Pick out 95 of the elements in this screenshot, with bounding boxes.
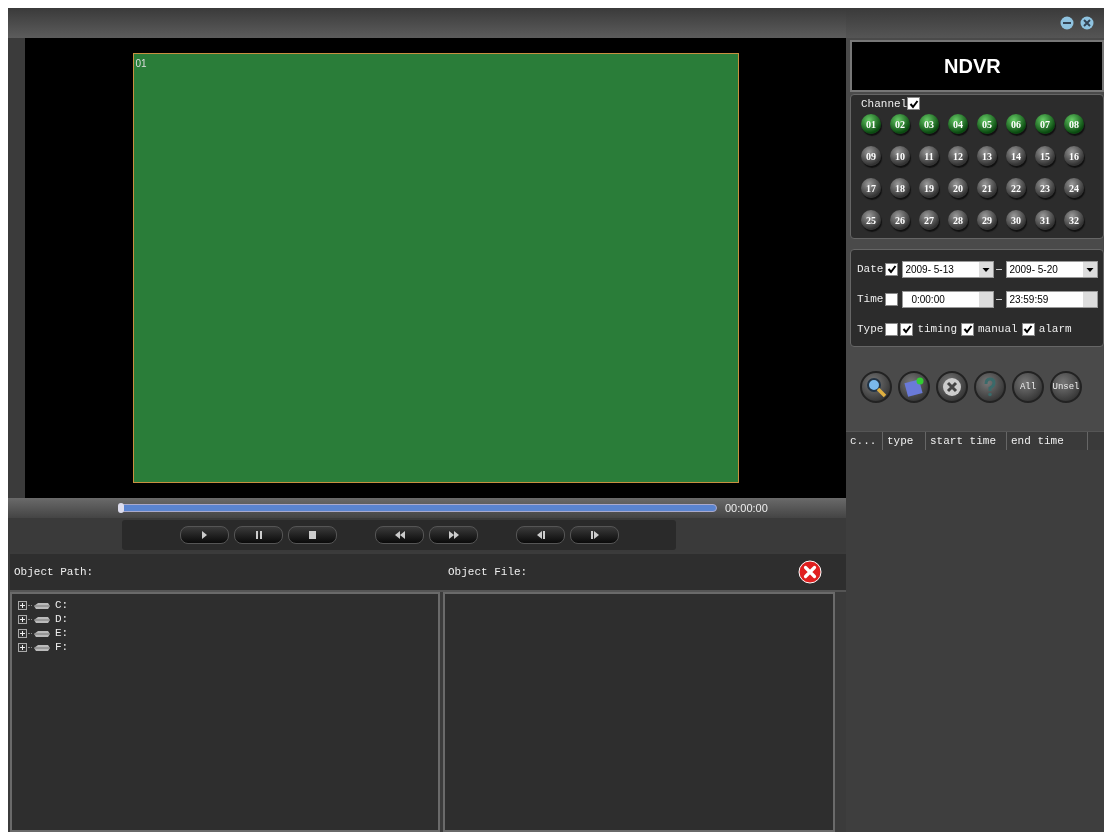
- channel-button[interactable]: 04: [948, 114, 968, 134]
- drive-icon: [33, 628, 51, 638]
- prev-frame-button[interactable]: [516, 526, 565, 544]
- time-field[interactable]: 23:59:59: [1006, 290, 1099, 308]
- forward-button[interactable]: [429, 526, 478, 544]
- drive-label[interactable]: F:: [55, 641, 69, 653]
- channel-button[interactable]: 31: [1035, 210, 1055, 230]
- progress-slider[interactable]: [120, 504, 717, 512]
- channel-button[interactable]: 30: [1006, 210, 1026, 230]
- channel-button[interactable]: 06: [1006, 114, 1026, 134]
- channel-button[interactable]: 08: [1064, 114, 1084, 134]
- channel-button[interactable]: 07: [1035, 114, 1055, 134]
- channel-button[interactable]: 11: [919, 146, 939, 166]
- close-icon[interactable]: [798, 560, 822, 584]
- channel-button[interactable]: 10: [890, 146, 910, 166]
- save-button[interactable]: [898, 371, 930, 403]
- prev-frame-icon: [536, 531, 545, 539]
- date-label: Date: [857, 263, 884, 275]
- type-label: Type: [857, 323, 884, 335]
- drive-icon: [33, 642, 51, 652]
- channel-button[interactable]: 12: [948, 146, 968, 166]
- channel-button[interactable]: 17: [861, 178, 881, 198]
- expand-icon[interactable]: [18, 642, 27, 652]
- drive-label[interactable]: D:: [55, 613, 69, 625]
- channel-label: Channel: [861, 97, 908, 110]
- help-icon: [984, 377, 996, 397]
- expand-icon[interactable]: [18, 628, 27, 638]
- channel-button[interactable]: 23: [1035, 178, 1055, 198]
- checkbox[interactable]: [961, 322, 974, 336]
- channel-button[interactable]: 32: [1064, 210, 1084, 230]
- checkbox[interactable]: [885, 292, 899, 306]
- drive-icon: [33, 614, 51, 624]
- playback-time: 00:00:00: [725, 502, 768, 514]
- search-icon: [864, 375, 888, 399]
- play-button[interactable]: [180, 526, 229, 544]
- channel-button[interactable]: 09: [861, 146, 881, 166]
- channel-button[interactable]: 16: [1064, 146, 1084, 166]
- object-file-label: Object File:: [448, 566, 528, 578]
- time-field[interactable]: 0:00:00: [902, 290, 995, 308]
- help-button[interactable]: [974, 371, 1006, 403]
- slider-thumb[interactable]: [118, 503, 124, 513]
- channel-button[interactable]: 02: [890, 114, 910, 134]
- channel-button[interactable]: 18: [890, 178, 910, 198]
- channel-button[interactable]: 05: [977, 114, 997, 134]
- type-option-label: manual: [978, 323, 1018, 335]
- drive-label[interactable]: C:: [55, 599, 69, 611]
- channel-button[interactable]: 25: [861, 210, 881, 230]
- pause-icon: [255, 531, 262, 539]
- pause-button[interactable]: [234, 526, 283, 544]
- channel-button[interactable]: 20: [948, 178, 968, 198]
- object-path-label: Object Path:: [14, 566, 95, 578]
- channel-button[interactable]: 27: [919, 210, 939, 230]
- disk-icon: [902, 375, 926, 399]
- expand-icon[interactable]: [18, 600, 27, 610]
- channel-button[interactable]: 26: [890, 210, 910, 230]
- next-frame-button[interactable]: [570, 526, 619, 544]
- rewind-icon: [394, 531, 405, 539]
- channel-button[interactable]: 24: [1064, 178, 1084, 198]
- logo-text: NDVR: [944, 54, 1001, 78]
- checkbox[interactable]: [885, 262, 899, 276]
- type-option-label: timing: [917, 323, 957, 335]
- cross-icon: [943, 378, 961, 396]
- channel-button[interactable]: 13: [977, 146, 997, 166]
- checkbox[interactable]: [907, 97, 921, 110]
- checkbox[interactable]: [885, 322, 899, 336]
- search-button[interactable]: [860, 371, 892, 403]
- stop-button[interactable]: [288, 526, 337, 544]
- expand-icon[interactable]: [18, 614, 27, 624]
- round-button[interactable]: Unsel: [1050, 371, 1082, 403]
- drive-icon: [33, 600, 51, 610]
- date-field[interactable]: 2009- 5-20: [1006, 260, 1099, 278]
- play-icon: [202, 531, 207, 539]
- time-label: Time: [857, 293, 884, 305]
- channel-button[interactable]: 21: [977, 178, 997, 198]
- channel-button[interactable]: 14: [1006, 146, 1026, 166]
- channel-button[interactable]: 01: [861, 114, 881, 134]
- channel-button[interactable]: 03: [919, 114, 939, 134]
- type-option-label: alarm: [1038, 323, 1072, 335]
- channel-button[interactable]: 29: [977, 210, 997, 230]
- minimize-icon[interactable]: [1060, 16, 1074, 30]
- forward-icon: [448, 531, 459, 539]
- channel-button[interactable]: 19: [919, 178, 939, 198]
- channel-button[interactable]: 22: [1006, 178, 1026, 198]
- date-field[interactable]: 2009- 5-13: [902, 260, 995, 278]
- drive-label[interactable]: E:: [55, 627, 69, 639]
- channel-button[interactable]: 15: [1035, 146, 1055, 166]
- channel-label: 01: [135, 58, 147, 69]
- rewind-button[interactable]: [375, 526, 424, 544]
- checkbox[interactable]: [900, 322, 914, 336]
- next-frame-icon: [590, 531, 599, 539]
- round-button[interactable]: All: [1012, 371, 1044, 403]
- stop-icon: [309, 531, 316, 539]
- delete-button[interactable]: [936, 371, 968, 403]
- channel-button[interactable]: 28: [948, 210, 968, 230]
- checkbox[interactable]: [1021, 322, 1035, 336]
